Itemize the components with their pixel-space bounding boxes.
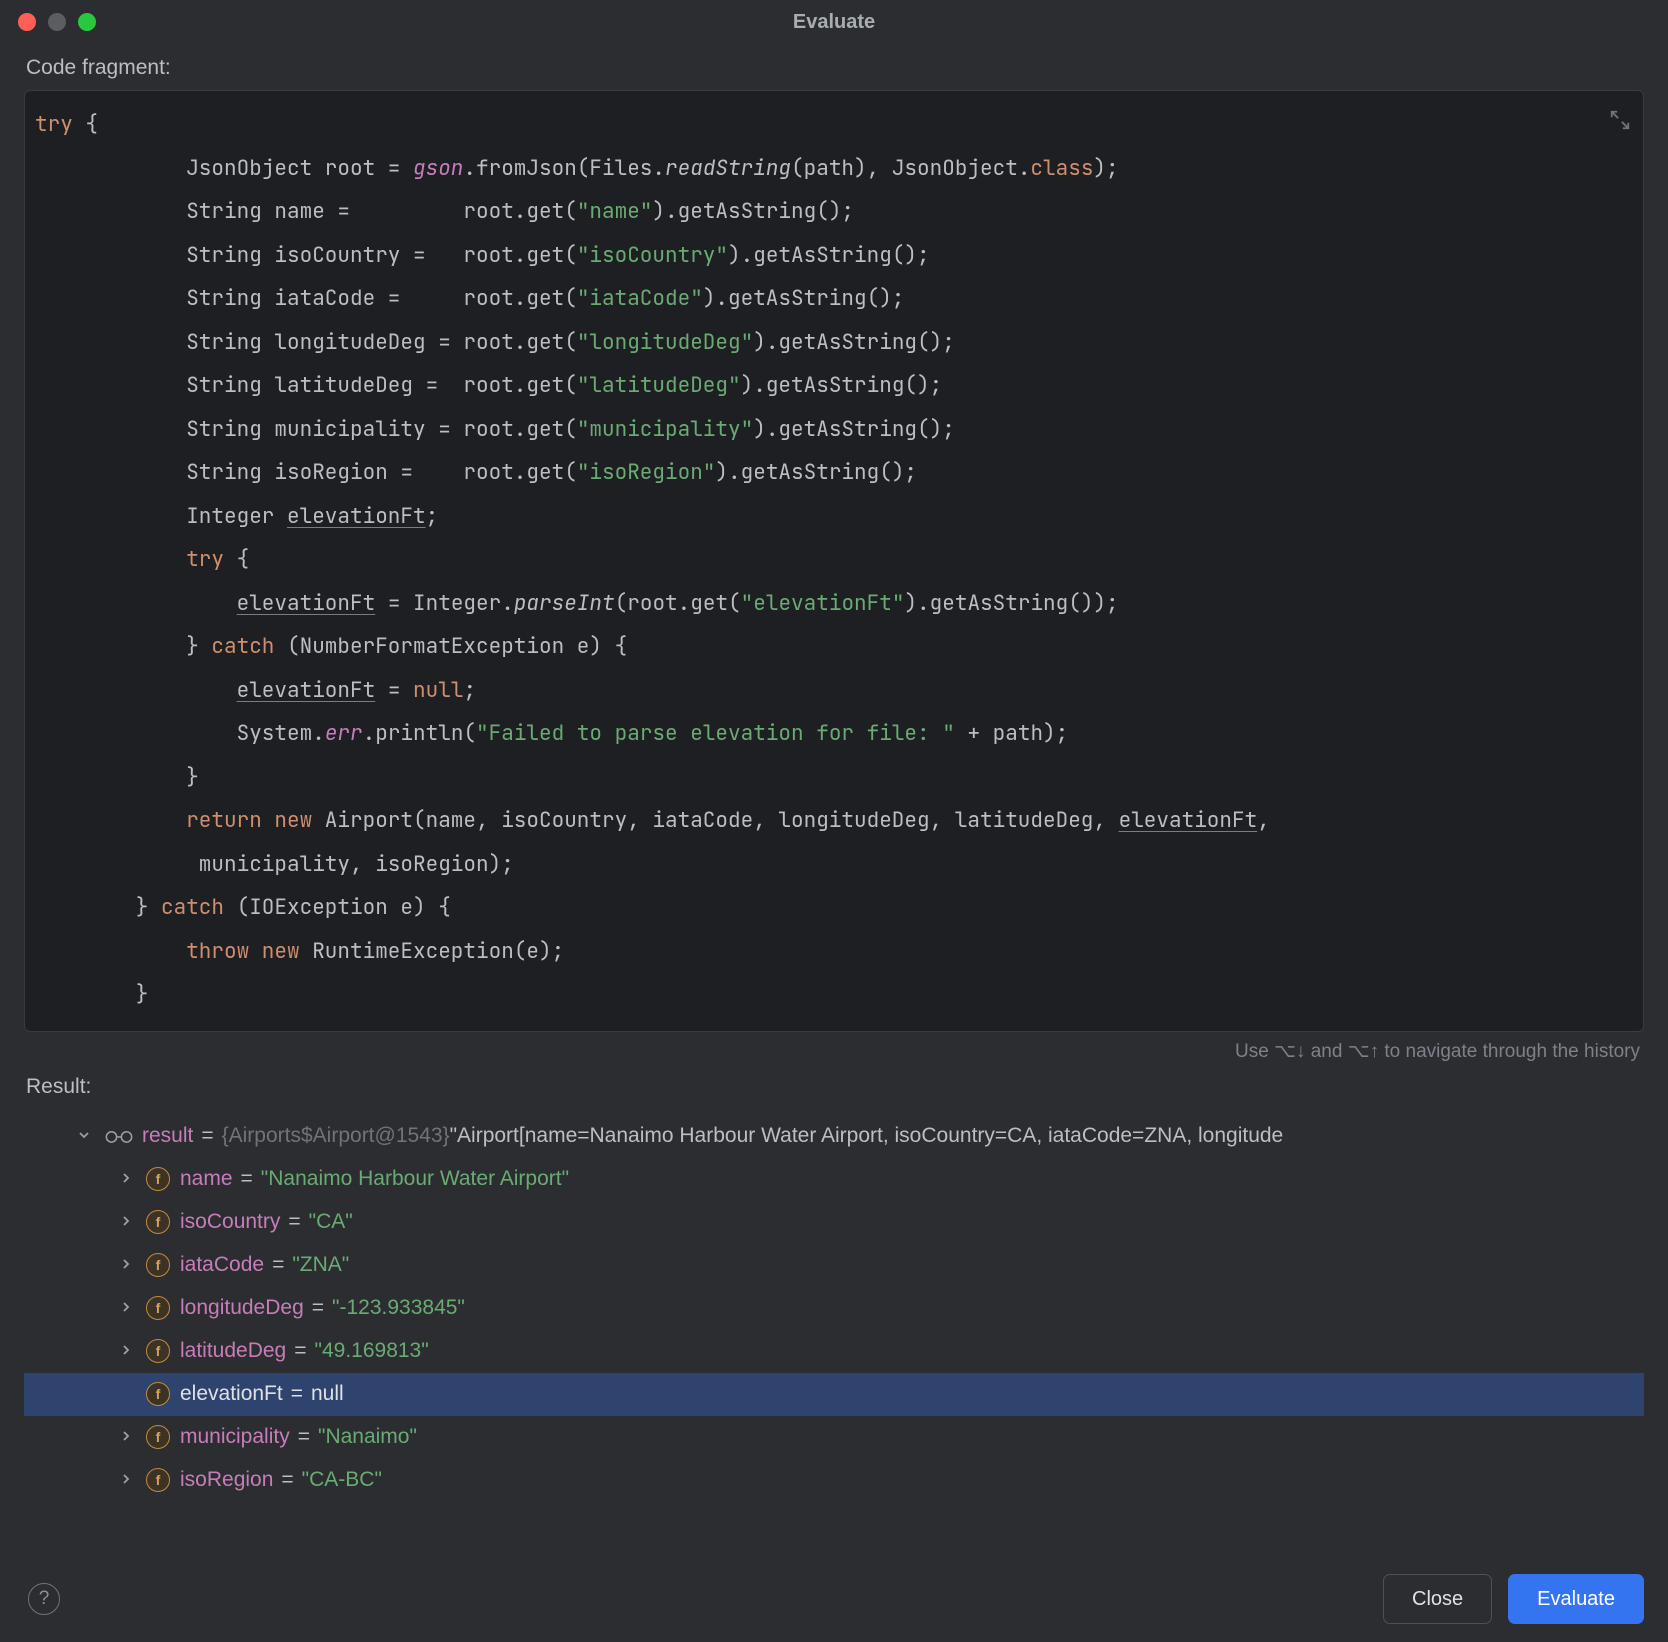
field-row-elevationFt[interactable]: felevationFt = null	[24, 1373, 1644, 1416]
chevron-right-icon[interactable]	[118, 1213, 136, 1231]
window-controls	[18, 13, 96, 31]
field-row-isoCountry[interactable]: fisoCountry = "CA"	[24, 1201, 1644, 1244]
minimize-window-icon[interactable]	[48, 13, 66, 31]
evaluate-button[interactable]: Evaluate	[1508, 1574, 1644, 1624]
chevron-right-icon[interactable]	[118, 1428, 136, 1446]
titlebar: Evaluate	[0, 0, 1668, 44]
field-row-latitudeDeg[interactable]: flatitudeDeg = "49.169813"	[24, 1330, 1644, 1373]
chevron-right-icon[interactable]	[118, 1256, 136, 1274]
field-row-name[interactable]: fname = "Nanaimo Harbour Water Airport"	[24, 1158, 1644, 1201]
expand-icon[interactable]	[1609, 103, 1631, 125]
result-label: Result:	[26, 1075, 1644, 1099]
chevron-right-icon[interactable]	[118, 1170, 136, 1188]
field-icon: f	[146, 1253, 170, 1277]
field-row-longitudeDeg[interactable]: flongitudeDeg = "-123.933845"	[24, 1287, 1644, 1330]
close-window-icon[interactable]	[18, 13, 36, 31]
history-hint: Use ⌥↓ and ⌥↑ to navigate through the hi…	[24, 1040, 1640, 1063]
field-icon: f	[146, 1296, 170, 1320]
field-row-municipality[interactable]: fmunicipality = "Nanaimo"	[24, 1416, 1644, 1459]
field-icon: f	[146, 1425, 170, 1449]
help-icon[interactable]: ?	[28, 1583, 60, 1615]
chevron-right-icon[interactable]	[118, 1299, 136, 1317]
field-icon: f	[146, 1167, 170, 1191]
field-row-iataCode[interactable]: fiataCode = "ZNA"	[24, 1244, 1644, 1287]
zoom-window-icon[interactable]	[78, 13, 96, 31]
tree-root[interactable]: result = {Airports$Airport@1543} "Airpor…	[24, 1115, 1644, 1158]
code-fragment-label: Code fragment:	[26, 56, 1644, 80]
field-icon: f	[146, 1382, 170, 1406]
field-icon: f	[146, 1210, 170, 1234]
watch-icon	[104, 1127, 134, 1145]
chevron-right-icon[interactable]	[118, 1471, 136, 1489]
chevron-right-icon[interactable]	[118, 1342, 136, 1360]
field-row-isoRegion[interactable]: fisoRegion = "CA-BC"	[24, 1459, 1644, 1502]
window-title: Evaluate	[0, 11, 1668, 34]
close-button[interactable]: Close	[1383, 1574, 1492, 1624]
evaluate-dialog: Evaluate Code fragment: try { JsonObject…	[0, 0, 1668, 1642]
field-icon: f	[146, 1339, 170, 1363]
result-tree[interactable]: result = {Airports$Airport@1543} "Airpor…	[24, 1115, 1644, 1561]
field-icon: f	[146, 1468, 170, 1492]
code-editor[interactable]: try { JsonObject root = gson.fromJson(Fi…	[24, 90, 1644, 1032]
chevron-down-icon[interactable]	[76, 1127, 94, 1145]
